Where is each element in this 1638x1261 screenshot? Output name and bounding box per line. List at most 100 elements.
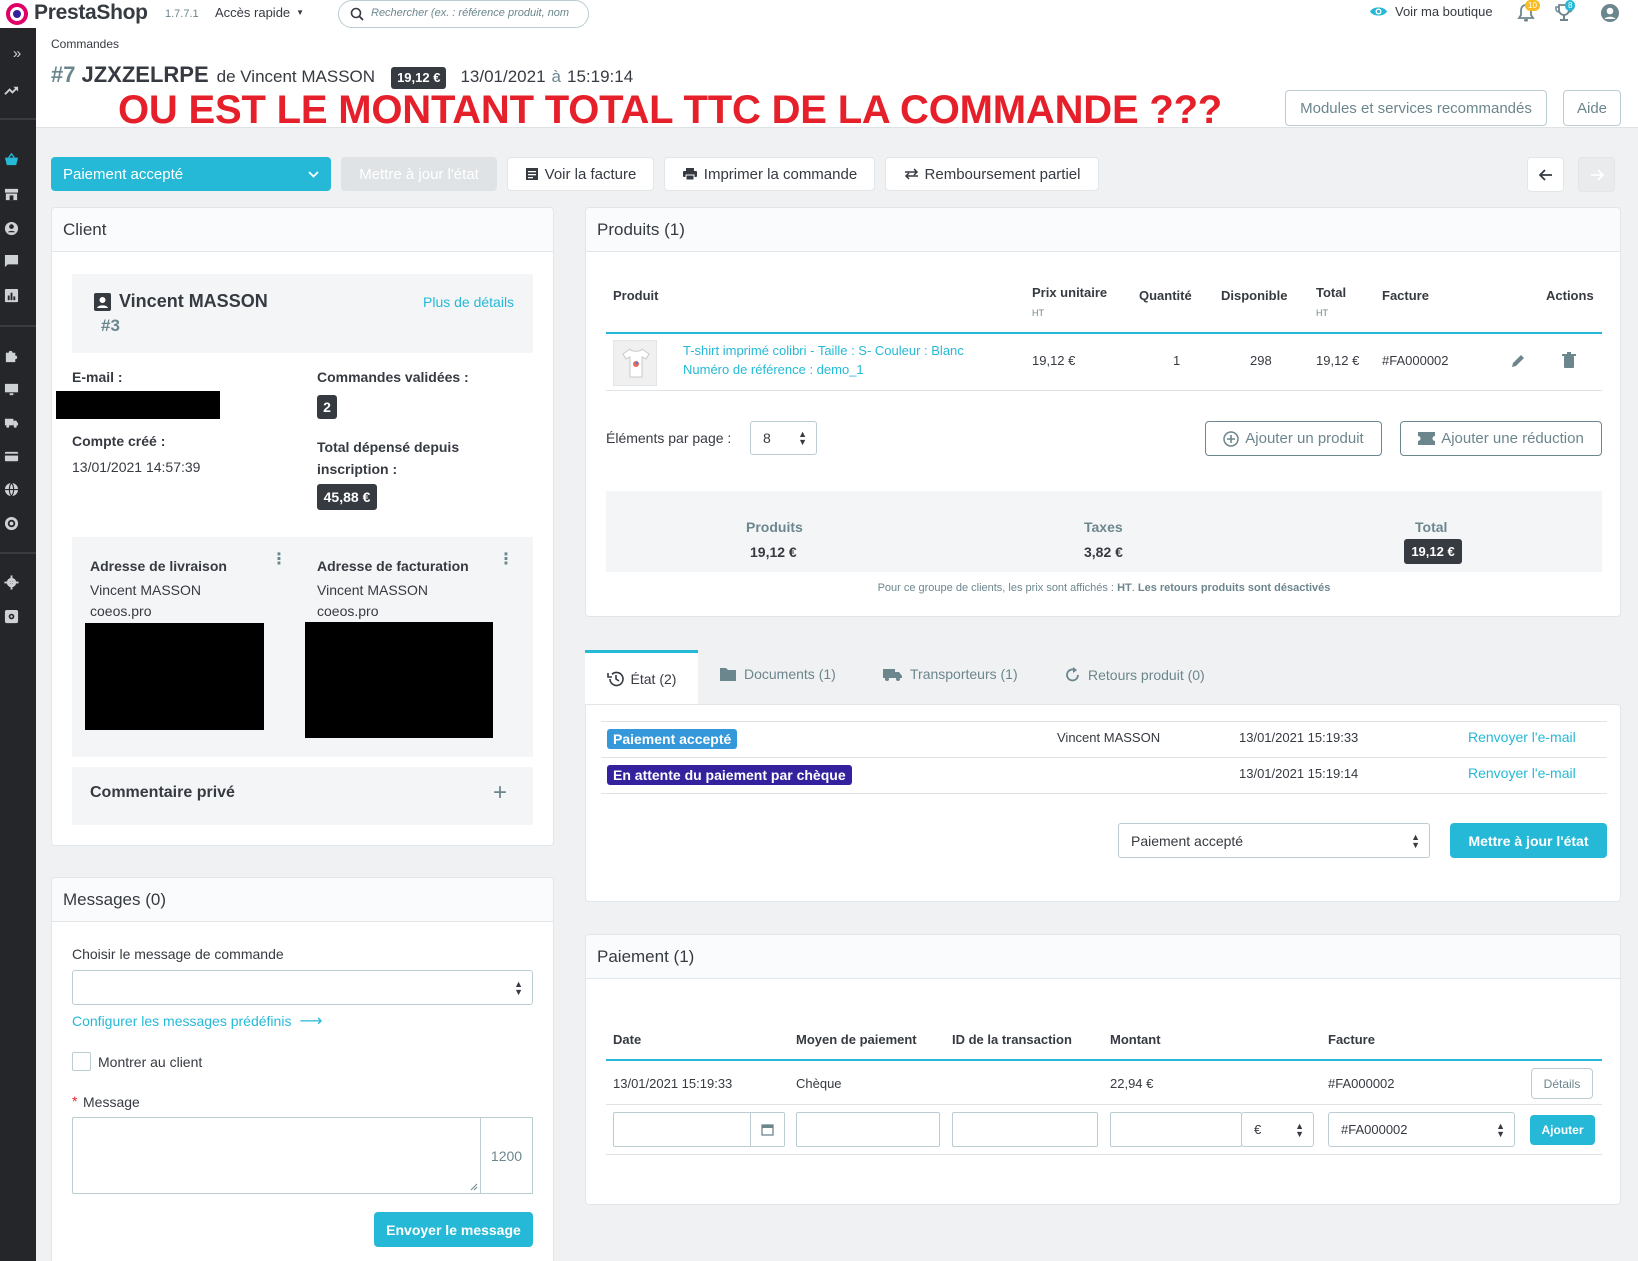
notifications-button[interactable]: 10	[1517, 0, 1540, 23]
edit-pencil-icon[interactable]	[1510, 353, 1526, 369]
trash-icon[interactable]	[1562, 352, 1576, 369]
trophy-button[interactable]: 8	[1554, 0, 1576, 23]
tab-carriers[interactable]: Transporteurs (1)	[882, 666, 1018, 682]
prices-note-prefix: Pour ce groupe de clients, les prix sont…	[877, 582, 1114, 594]
expand-sidebar-icon[interactable]: »	[6, 42, 28, 64]
tab-returns[interactable]: Retours produit (0)	[1064, 666, 1205, 683]
sidebar-item-modules[interactable]	[0, 344, 22, 366]
message-textarea[interactable]	[72, 1117, 481, 1194]
products-header-divider	[606, 332, 1602, 334]
update-state-button-disabled[interactable]: Mettre à jour l'état	[341, 157, 497, 191]
add-product-button[interactable]: Ajouter un produit	[1205, 421, 1382, 456]
sidebar-item-marketing[interactable]	[0, 512, 22, 534]
sidebar-item-orders[interactable]	[0, 148, 22, 170]
account-created-value: 13/01/2021 14:57:39	[72, 459, 201, 475]
arrow-right-icon: ⟶	[299, 1013, 323, 1030]
send-message-button[interactable]: Envoyer le message	[374, 1212, 533, 1247]
payment-method-input[interactable]	[796, 1112, 940, 1147]
calendar-button[interactable]	[750, 1113, 784, 1146]
payment-invoice-select[interactable]: #FA000002 ▲ ▼	[1328, 1112, 1515, 1147]
tab-state-label: État (2)	[630, 670, 677, 687]
arrow-left-icon	[1538, 168, 1552, 181]
search-input[interactable]: Rechercher (ex. : référence produit, nom	[338, 0, 589, 28]
resize-handle-icon[interactable]	[470, 1183, 478, 1191]
trending-up-icon	[3, 86, 18, 95]
sidebar-item-customers[interactable]	[0, 217, 22, 239]
store-icon	[4, 188, 18, 200]
configure-messages-link[interactable]: Configurer les messages prédéfinis ⟶	[72, 1011, 322, 1031]
select-arrows-icon: ▲ ▼	[1295, 1120, 1304, 1139]
product-invoice: #FA000002	[1382, 353, 1449, 368]
shipping-address-menu-icon[interactable]: ⋮	[271, 552, 287, 568]
sidebar-item-design[interactable]	[0, 378, 22, 400]
client-more-details-link[interactable]: Plus de détails	[423, 294, 514, 310]
tab-documents[interactable]: Documents (1)	[719, 666, 836, 682]
add-discount-button[interactable]: Ajouter une réduction	[1400, 421, 1602, 456]
add-payment-button[interactable]: Ajouter	[1530, 1115, 1595, 1145]
sidebar-item-customer-service[interactable]	[0, 250, 22, 272]
view-shop-link[interactable]: Voir ma boutique	[1369, 4, 1493, 19]
currency-select[interactable]: € ▲ ▼	[1241, 1112, 1314, 1147]
col-total: Total	[1316, 285, 1347, 300]
product-thumbnail	[613, 340, 657, 386]
resend-email-link[interactable]: Renvoyer l'e-mail	[1468, 729, 1576, 745]
notifications-count: 10	[1525, 0, 1540, 11]
client-summary: Vincent MASSON #3 Plus de détails	[72, 274, 533, 353]
tab-state[interactable]: État (2)	[585, 650, 698, 704]
payment-date: 13/01/2021 15:19:33	[613, 1076, 733, 1091]
private-comment-section[interactable]: Commentaire privé +	[72, 767, 533, 825]
sidebar-item-shipping[interactable]	[0, 411, 22, 433]
plus-icon[interactable]: +	[493, 781, 507, 805]
next-order-button[interactable]	[1578, 157, 1615, 192]
order-status-select[interactable]: Paiement accepté	[51, 157, 331, 191]
sidebar-item-parameters[interactable]	[0, 571, 22, 593]
help-button[interactable]: Aide	[1563, 90, 1621, 126]
payment-amount-input[interactable]	[1110, 1112, 1242, 1147]
show-client-checkbox[interactable]	[72, 1052, 91, 1071]
sidebar-item-payment[interactable]	[0, 445, 22, 467]
sidebar-item-dashboard[interactable]	[0, 79, 22, 101]
payment-date-input[interactable]	[613, 1112, 785, 1147]
resend-email-link[interactable]: Renvoyer l'e-mail	[1468, 765, 1576, 781]
totals-total-label: Total	[1415, 519, 1448, 535]
prestashop-logo-icon[interactable]	[6, 3, 28, 25]
partial-refund-label: Remboursement partiel	[924, 165, 1081, 183]
products-card-header: Produits (1)	[586, 208, 1620, 252]
user-avatar-icon[interactable]	[1600, 3, 1620, 23]
product-name-link[interactable]: T-shirt imprimé colibri - Taille : S- Co…	[683, 343, 964, 358]
payment-details-label: Détails	[1543, 1076, 1581, 1091]
payment-details-button[interactable]: Détails	[1531, 1068, 1593, 1099]
per-page-select[interactable]: 8 ▲ ▼	[750, 421, 817, 455]
bar-chart-icon	[4, 288, 18, 302]
sidebar-item-catalog[interactable]	[0, 183, 22, 205]
prices-note-ht: HT	[1117, 582, 1132, 594]
character-counter: 1200	[480, 1117, 533, 1194]
settings-box-icon	[4, 609, 18, 623]
sidebar-item-stats[interactable]	[0, 284, 22, 306]
add-discount-label: Ajouter une réduction	[1441, 430, 1584, 447]
totals-taxes-label: Taxes	[1084, 519, 1123, 535]
target-icon	[4, 516, 18, 530]
print-order-button[interactable]: Imprimer la commande	[664, 157, 875, 191]
breadcrumb[interactable]: Commandes	[51, 37, 119, 51]
product-quantity: 1	[1173, 353, 1181, 368]
order-amount-badge: 19,12 €	[391, 66, 447, 89]
payment-invoice: #FA000002	[1328, 1076, 1395, 1091]
transaction-id-input[interactable]	[952, 1112, 1098, 1147]
quick-access-menu[interactable]: Accès rapide ▼	[215, 5, 304, 20]
col-payment-method: Moyen de paiement	[796, 1032, 917, 1047]
view-invoice-button[interactable]: Voir la facture	[507, 157, 654, 191]
history-date: 13/01/2021 15:19:14	[1239, 766, 1359, 781]
sidebar-item-advanced-parameters[interactable]	[0, 605, 22, 627]
payment-invoice-select-value: #FA000002	[1341, 1122, 1408, 1137]
predefined-message-select[interactable]: ▲ ▼	[72, 970, 533, 1005]
app-version: 1.7.7.1	[165, 8, 199, 20]
recommended-modules-button[interactable]: Modules et services recommandés	[1285, 90, 1547, 126]
billing-address-menu-icon[interactable]: ⋮	[498, 552, 514, 568]
update-state-button[interactable]: Mettre à jour l'état	[1450, 823, 1607, 858]
previous-order-button[interactable]	[1527, 157, 1564, 192]
partial-refund-button[interactable]: Remboursement partiel	[885, 157, 1099, 191]
new-state-select[interactable]: Paiement accepté ▲ ▼	[1118, 823, 1430, 858]
sidebar-item-international[interactable]	[0, 478, 22, 500]
ticket-icon	[1418, 432, 1436, 445]
